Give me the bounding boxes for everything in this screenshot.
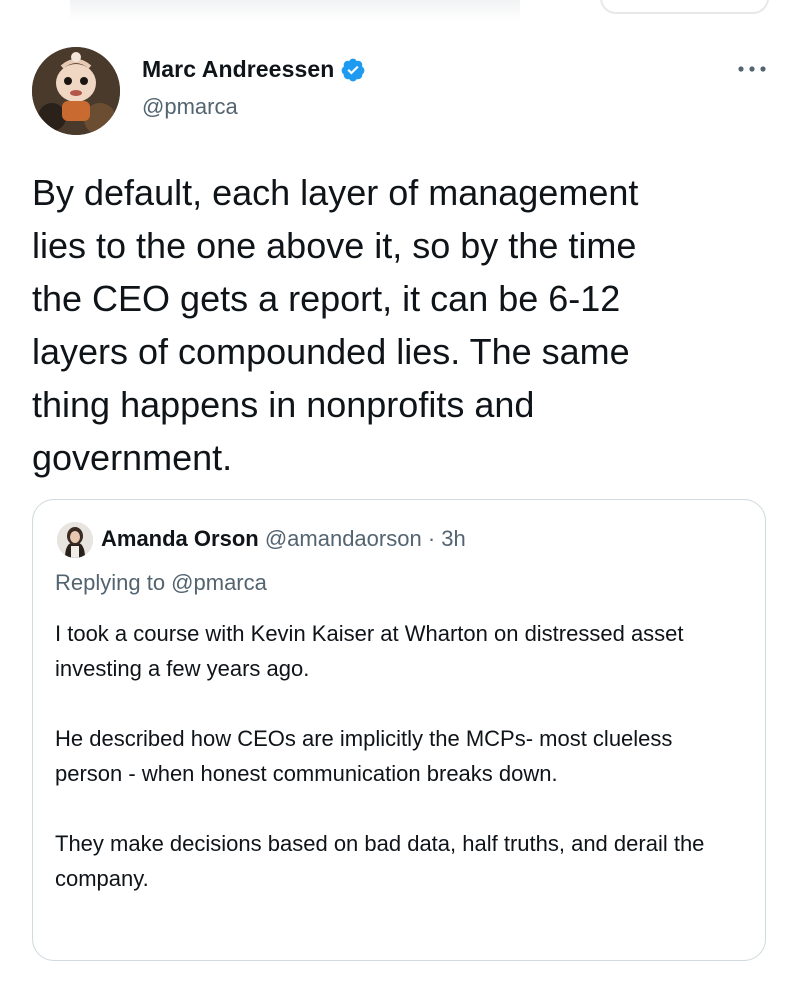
verified-badge-icon: [340, 57, 366, 83]
previous-button-edge: [600, 0, 769, 14]
quoted-tweet-text: I took a course with Kevin Kaiser at Wha…: [55, 616, 745, 896]
quoted-tweet-header: Amanda Orson @amandaorson · 3h: [101, 526, 466, 552]
quoted-paragraph: They make decisions based on bad data, h…: [55, 831, 705, 891]
author-name[interactable]: Marc Andreessen: [142, 56, 334, 83]
quoted-paragraph: He described how CEOs are implicitly the…: [55, 726, 673, 786]
tweet-text: By default, each layer of management lie…: [32, 172, 639, 478]
more-options-icon[interactable]: [736, 60, 768, 78]
author-handle[interactable]: @pmarca: [142, 94, 238, 120]
author-name-row[interactable]: Marc Andreessen: [142, 56, 366, 83]
quoted-author-avatar[interactable]: [57, 522, 93, 558]
separator-dot: ·: [427, 526, 436, 551]
quoted-timestamp[interactable]: 3h: [441, 526, 465, 551]
author-avatar[interactable]: [32, 47, 120, 135]
quoted-tweet-card[interactable]: Amanda Orson @amandaorson · 3h Replying …: [32, 499, 766, 961]
replying-to-label[interactable]: Replying to @pmarca: [55, 570, 267, 596]
previous-content-fade: [70, 0, 520, 22]
quoted-author-handle[interactable]: @amandaorson: [265, 526, 422, 551]
quoted-author-name[interactable]: Amanda Orson: [101, 526, 259, 551]
quoted-paragraph: I took a course with Kevin Kaiser at Wha…: [55, 621, 684, 681]
